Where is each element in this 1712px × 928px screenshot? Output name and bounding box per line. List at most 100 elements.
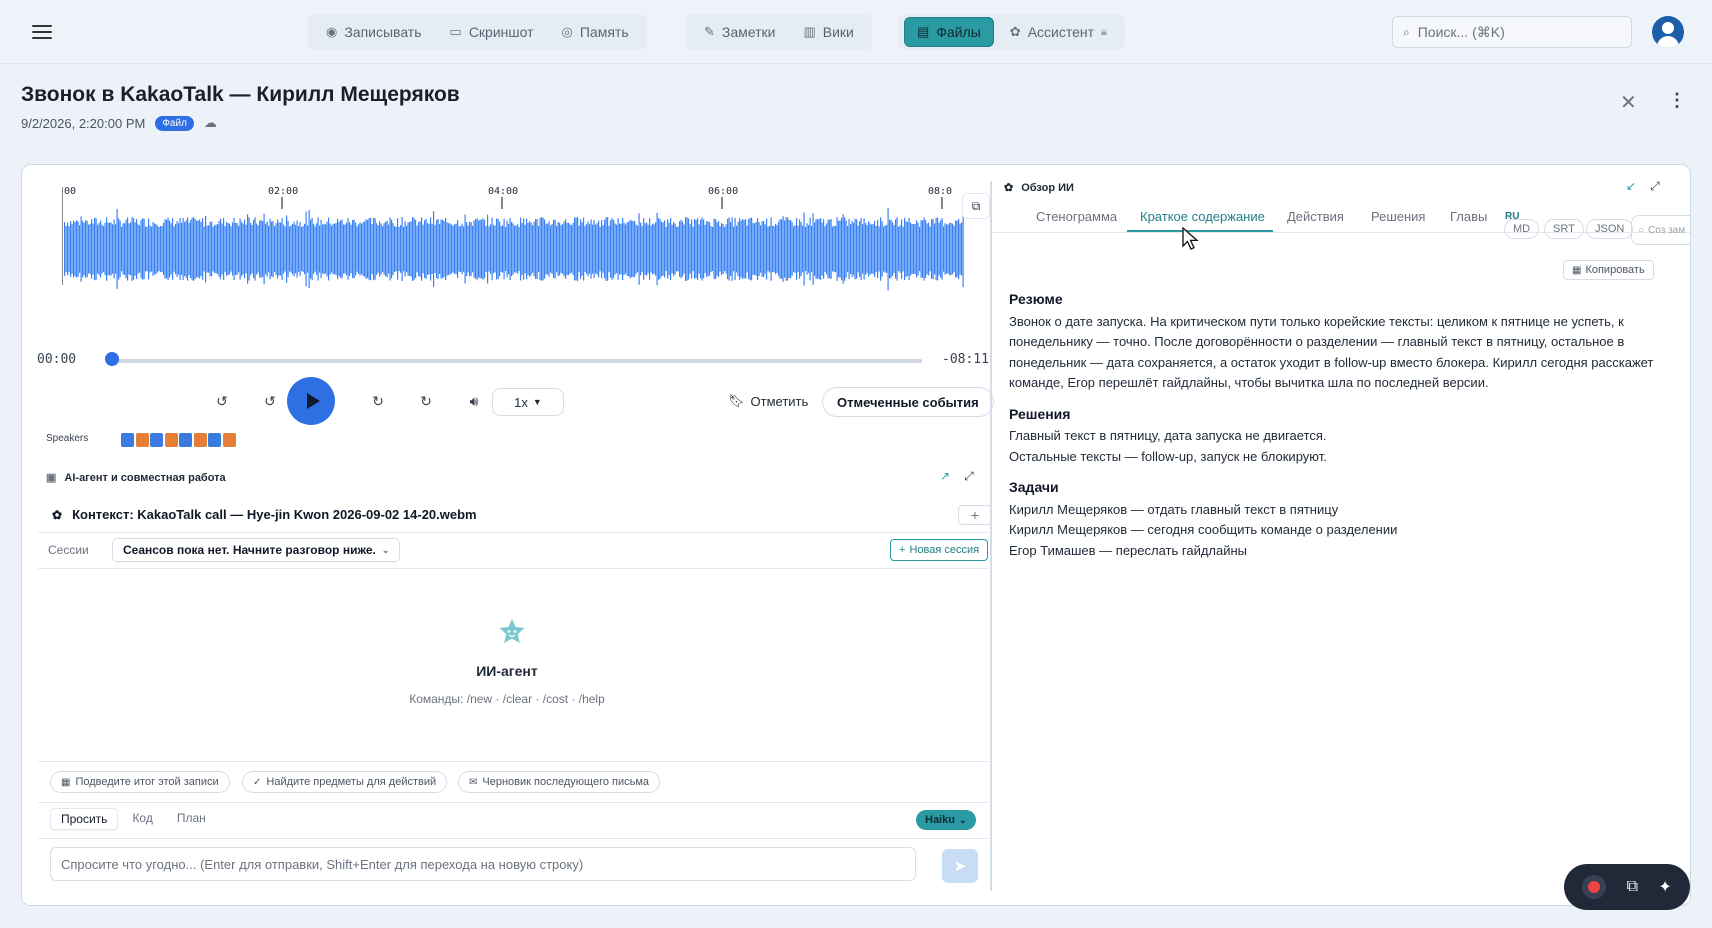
nav-wiki-button[interactable]: ▥ Вики (791, 17, 865, 47)
expand-icon[interactable]: ⤢ (964, 469, 974, 484)
timeline-tick-label: 04:00 (488, 186, 518, 197)
mode-code-tab[interactable]: Код (122, 808, 162, 830)
export-json-button[interactable]: JSON (1586, 219, 1634, 239)
mark-button[interactable]: 🔖︎ Отметить (728, 393, 808, 409)
expand-icon[interactable]: ⤢ (1650, 179, 1660, 194)
export-srt-button[interactable]: SRT (1544, 219, 1584, 239)
more-options-icon[interactable]: ⋮ (1668, 90, 1686, 111)
agent-bot-icon (499, 619, 525, 643)
decisions-heading: Решения (1009, 405, 1071, 422)
play-button[interactable] (287, 377, 335, 425)
volume-icon[interactable]: 🔊︎ (460, 387, 488, 415)
nav-files-button[interactable]: ▤ Файлы (904, 17, 994, 47)
pop-out-icon[interactable]: ↗ (940, 469, 950, 484)
seek-handle[interactable] (105, 352, 119, 366)
document-icon: ▦ (61, 776, 71, 788)
page-meta: 9/2/2026, 2:20:00 PM Файл ☁ (21, 115, 217, 131)
skip-forward-10-icon[interactable]: ↻ (364, 387, 392, 415)
speakers-label: Speakers (46, 433, 89, 444)
picture-in-picture-icon[interactable]: ⧉ (962, 193, 990, 219)
active-tab-underline (1127, 230, 1273, 232)
playback-speed-select[interactable]: 1x ▼ (492, 388, 564, 416)
sparkle-icon[interactable]: ✦ (1658, 877, 1671, 897)
suggestion-follow-up-email[interactable]: ✉ Черновик последующего письма (458, 771, 661, 793)
mode-ask-tab[interactable]: Просить (50, 808, 119, 830)
sessions-select[interactable]: Сеансов пока нет. Начните разговор ниже.… (112, 538, 401, 562)
speaker-swatch[interactable] (179, 433, 192, 447)
copy-icon: ▦ (1572, 264, 1582, 276)
speaker-swatch[interactable] (208, 433, 221, 447)
close-icon[interactable]: ✕ (1620, 90, 1637, 115)
decision-item: Остальные тексты — follow-up, запуск не … (1009, 448, 1327, 464)
menu-icon[interactable] (30, 20, 54, 44)
skip-back-30-icon[interactable]: ↺ (208, 387, 236, 415)
create-note-button[interactable]: ○ Соз зам (1631, 215, 1690, 245)
tab-chapters[interactable]: Главы (1450, 209, 1487, 224)
mouse-cursor-icon (1182, 227, 1199, 250)
robot-icon: ✿ (52, 507, 63, 522)
add-context-button[interactable]: + (958, 505, 992, 525)
tab-actions[interactable]: Действия (1287, 209, 1344, 224)
agent-mode-tabs: Просить Код План (50, 808, 216, 830)
chevron-down-icon: ⌄ (958, 814, 967, 825)
nav-group-files: ▤ Файлы ✿ Ассистент 🔒︎ (898, 14, 1125, 50)
sessions-label: Сессии (48, 543, 89, 557)
nav-record-button[interactable]: ◉ Записывать (314, 17, 434, 47)
speaker-swatch[interactable] (121, 433, 134, 447)
record-button[interactable] (1582, 875, 1607, 899)
record-icon: ◉ (326, 24, 338, 39)
tab-decisions[interactable]: Решения (1371, 209, 1425, 224)
nav-group-capture: ◉ Записывать ▭ Скриншот ◎ Память (308, 14, 647, 50)
screenshot-icon: ▭ (449, 24, 462, 39)
new-session-button[interactable]: + Новая сессия (890, 539, 989, 561)
nav-assistant-button[interactable]: ✿ Ассистент 🔒︎ (998, 17, 1119, 47)
decision-item: Главный текст в пятницу, дата запуска не… (1009, 428, 1327, 443)
record-dot-icon (1588, 881, 1601, 893)
tab-transcript[interactable]: Стенограмма (1036, 209, 1117, 224)
files-icon: ▤ (917, 24, 930, 39)
nav-screenshot-button[interactable]: ▭ Скриншот (438, 17, 546, 47)
tasks-heading: Задачи (1009, 479, 1059, 495)
recording-card: 00 02:00 04:00 06:00 08:0 ⧉ 00:00 -08:11 ↺ ↺… (21, 164, 1691, 906)
search-input[interactable]: ⌕ Поиск... (⌘K) (1392, 16, 1632, 48)
speaker-swatch[interactable] (222, 433, 236, 447)
search-icon: ⌕ (1403, 24, 1410, 39)
suggestion-summarize[interactable]: ▦ Подведите итог этой записи (50, 771, 230, 793)
plus-circle-icon: ○ (1638, 224, 1645, 236)
speaker-swatch[interactable] (164, 433, 178, 447)
chat-input[interactable]: Спросите что угодно... (Enter для отправ… (50, 847, 916, 881)
cloud-upload-icon[interactable]: ☁ (204, 115, 217, 131)
waveform[interactable]: 00 02:00 04:00 06:00 08:0 (62, 185, 984, 305)
speaker-swatch[interactable] (193, 433, 207, 447)
summary-content: Резюме Звонок о дате запуска. На критиче… (1009, 289, 1669, 571)
collapse-icon[interactable]: ↙ (1626, 179, 1636, 194)
pane-divider[interactable] (990, 181, 992, 891)
avatar[interactable] (1652, 16, 1684, 48)
speaker-swatch[interactable] (135, 433, 149, 447)
seek-bar[interactable] (110, 359, 922, 363)
summary-heading: Резюме (1009, 291, 1063, 307)
task-item: Кирилл Мещеряков — сегодня сообщить кома… (1009, 522, 1398, 537)
marked-events-button[interactable]: Отмеченные события (822, 387, 994, 417)
tab-summary[interactable]: Краткое содержание (1140, 209, 1265, 224)
mode-plan-tab[interactable]: План (167, 808, 216, 830)
suggestion-action-items[interactable]: ✓ Найдите предметы для действий (242, 771, 448, 793)
overview-controls: ↙ ⤢ (1626, 179, 1660, 194)
skip-back-10-icon[interactable]: ↺ (256, 387, 284, 415)
mail-icon: ✉ (469, 776, 478, 788)
send-button[interactable]: ➤ (942, 849, 978, 883)
export-md-button[interactable]: MD (1504, 219, 1540, 239)
model-select[interactable]: Haiku ⌄ (916, 810, 976, 830)
speaker-swatch[interactable] (150, 433, 163, 447)
screen-capture-icon[interactable]: ⧉ (1627, 878, 1638, 896)
timeline-tick-label: 08:0 (928, 186, 952, 197)
nav-memory-button[interactable]: ◎ Память (550, 17, 641, 47)
check-circle-icon: ✓ (253, 776, 262, 788)
skip-forward-30-icon[interactable]: ↻ (412, 387, 440, 415)
wiki-icon: ▥ (803, 24, 816, 39)
copy-button[interactable]: ▦ Копировать (1563, 260, 1654, 280)
context-label: ✿ Контекст: KakaoTalk call — Hye-jin Kwo… (52, 507, 477, 522)
nav-notes-button[interactable]: ✎ Заметки (692, 17, 787, 47)
timeline-tick-label: 00 (64, 186, 76, 197)
send-icon: ➤ (953, 858, 967, 875)
